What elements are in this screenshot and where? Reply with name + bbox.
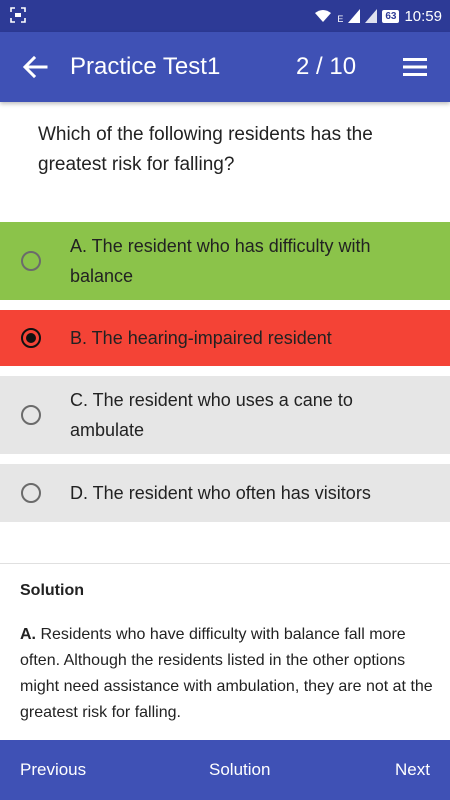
solution-explanation: Residents who have difficulty with balan… — [20, 626, 433, 721]
status-time: 10:59 — [404, 7, 442, 25]
solution-heading: Solution — [20, 582, 84, 599]
answer-option-c[interactable]: C. The resident who uses a cane to ambul… — [0, 376, 450, 454]
app-bar: Practice Test1 2 / 10 — [0, 32, 450, 102]
wifi-icon — [315, 10, 332, 22]
status-icons: E 63 10:59 — [314, 5, 442, 27]
answer-option-a[interactable]: A. The resident who has difficulty with … — [0, 222, 450, 300]
previous-button[interactable]: Previous — [20, 740, 86, 800]
status-bar: E 63 10:59 — [0, 0, 450, 32]
option-label: A. The resident who has difficulty with … — [70, 236, 371, 286]
hamburger-menu-icon[interactable] — [402, 54, 428, 80]
answer-option-b[interactable]: B. The hearing-impaired resident — [0, 310, 450, 366]
question-text: Which of the following residents has the… — [38, 124, 373, 175]
radio-button[interactable] — [21, 405, 41, 425]
arrow-left-icon[interactable] — [20, 52, 50, 82]
radio-button[interactable] — [21, 483, 41, 503]
radio-button-selected[interactable] — [21, 328, 41, 348]
question-counter: 2 / 10 — [296, 53, 357, 80]
solution-answer-letter: A. — [20, 626, 36, 643]
option-label: C. The resident who uses a cane to ambul… — [70, 390, 353, 440]
network-type-label: E — [337, 14, 344, 24]
battery-indicator: 63 — [382, 9, 400, 23]
signal-icon — [348, 9, 361, 23]
screenshot-icon — [10, 7, 26, 23]
option-label: D. The resident who often has visitors — [70, 483, 371, 503]
answer-option-d[interactable]: D. The resident who often has visitors — [0, 464, 450, 522]
page-title: Practice Test1 — [70, 53, 221, 80]
signal-icon — [365, 9, 378, 23]
bottom-navigation-bar: Previous Solution Next — [0, 740, 450, 800]
next-button[interactable]: Next — [395, 740, 430, 800]
option-label: B. The hearing-impaired resident — [70, 328, 332, 348]
solution-text: A. Residents who have difficulty with ba… — [20, 622, 435, 726]
radio-button[interactable] — [21, 251, 41, 271]
solution-button[interactable]: Solution — [209, 740, 270, 800]
divider — [0, 563, 450, 564]
